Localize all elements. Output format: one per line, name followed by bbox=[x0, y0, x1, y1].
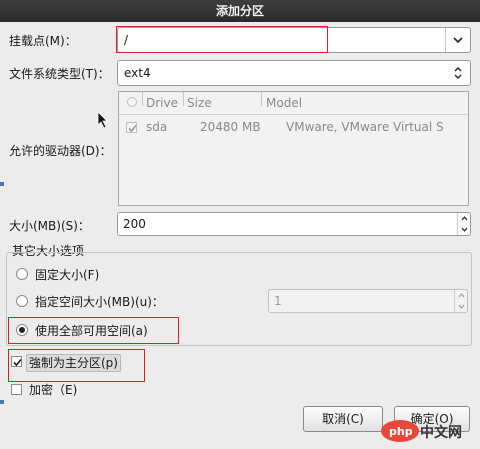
chevron-up-icon[interactable] bbox=[461, 216, 468, 221]
mount-point-dropdown-button[interactable] bbox=[445, 28, 470, 52]
chevron-down-icon[interactable] bbox=[461, 227, 468, 232]
highlight-box bbox=[8, 317, 179, 344]
size-spinbutton[interactable]: 200 bbox=[117, 212, 471, 236]
encrypt-label[interactable]: 加密（E) bbox=[29, 381, 77, 398]
chevron-up-icon[interactable] bbox=[458, 293, 465, 298]
table-row[interactable]: sda 20480 MB VMware, VMware Virtual S bbox=[119, 116, 468, 138]
size-label: 大小(MB)(S)： bbox=[9, 219, 90, 233]
cancel-button[interactable]: 取消(C) bbox=[303, 406, 383, 432]
fill-to-size-value[interactable]: 1 bbox=[274, 290, 282, 312]
fs-type-spin-arrows[interactable] bbox=[446, 61, 470, 85]
drive-model: VMware, VMware Virtual S bbox=[286, 120, 444, 134]
column-header-drive[interactable]: Drive bbox=[146, 92, 178, 114]
fill-to-size-radio[interactable] bbox=[16, 295, 28, 307]
drive-size: 20480 MB bbox=[200, 120, 261, 134]
encrypt-checkbox[interactable] bbox=[11, 384, 22, 395]
drive-checkbox[interactable] bbox=[126, 122, 137, 133]
mouse-cursor-icon bbox=[97, 111, 108, 129]
fill-to-size-label[interactable]: 指定空间大小(MB)(u)： bbox=[35, 293, 164, 310]
chevron-down-icon bbox=[453, 37, 463, 43]
mount-point-label: 挂载点(M)： bbox=[9, 34, 77, 48]
size-value[interactable]: 200 bbox=[123, 213, 146, 235]
column-header-model[interactable]: Model bbox=[266, 92, 302, 114]
background-strip bbox=[0, 182, 4, 186]
updown-arrows-icon bbox=[454, 67, 462, 79]
watermark-text: 中文网 bbox=[420, 424, 462, 441]
window-title: 添加分区 bbox=[0, 0, 480, 22]
background-strip bbox=[0, 400, 4, 404]
highlight-box bbox=[116, 26, 328, 53]
php-logo-text: php bbox=[389, 425, 413, 438]
fill-to-spin-arrows[interactable] bbox=[454, 290, 467, 312]
column-header-size[interactable]: Size bbox=[187, 92, 212, 114]
fs-type-select[interactable]: ext4 bbox=[117, 60, 471, 86]
php-watermark-logo: php 中文网 bbox=[380, 418, 472, 444]
fixed-size-label[interactable]: 固定大小(F) bbox=[35, 266, 99, 283]
chevron-down-icon[interactable] bbox=[458, 304, 465, 309]
highlight-box bbox=[8, 349, 145, 382]
fs-type-value: ext4 bbox=[124, 66, 151, 80]
select-all-radio[interactable] bbox=[127, 97, 137, 107]
fs-type-label: 文件系统类型(T)： bbox=[9, 67, 110, 81]
checkmark-icon bbox=[128, 124, 137, 133]
drives-table[interactable]: Drive Size Model sda 20480 MB VMware, VM… bbox=[118, 91, 469, 206]
fill-to-size-spinbutton[interactable]: 1 bbox=[268, 289, 468, 313]
drive-name: sda bbox=[146, 120, 168, 134]
fixed-size-radio[interactable] bbox=[16, 268, 28, 280]
drives-label: 允许的驱动器(D)： bbox=[9, 144, 112, 158]
drives-table-header: Drive Size Model bbox=[119, 92, 468, 115]
size-spin-arrows[interactable] bbox=[457, 213, 470, 235]
